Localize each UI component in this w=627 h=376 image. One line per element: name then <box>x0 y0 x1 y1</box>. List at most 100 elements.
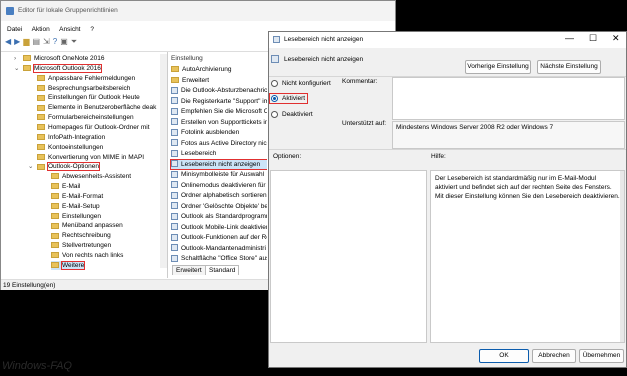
next-setting-button[interactable]: Nächste Einstellung <box>537 60 601 74</box>
settings-list[interactable]: AutoArchivierung Enweitert Die Outlook-Abs… <box>169 65 267 265</box>
chevron-right-icon[interactable]: › <box>14 54 16 63</box>
tree-item[interactable]: Einstellungen für Outlook Heute <box>37 93 140 102</box>
back-icon[interactable]: ◀ <box>5 37 14 46</box>
tree-item[interactable]: Einstellungen <box>51 212 101 221</box>
list-item[interactable]: Outlook-Funktionen auf der Re <box>171 233 267 242</box>
tree-item[interactable]: ⌄ Outlook-Optionen <box>28 162 100 172</box>
apply-button[interactable]: Übernehmen <box>579 349 624 363</box>
list-item[interactable]: Lesebereich nicht anzeigen <box>170 158 267 170</box>
tree-item[interactable]: Besprechungsarbeitsbereich <box>37 84 130 93</box>
list-header[interactable]: Einstellung <box>171 55 203 62</box>
list-item[interactable]: AutoArchivierung <box>171 65 267 74</box>
tree-item[interactable]: Homepages für Outlook-Ordner mit <box>37 123 150 132</box>
chevron-down-icon[interactable]: ⌄ <box>14 64 19 73</box>
tree-scrollbar[interactable] <box>160 54 167 268</box>
radio-label: Aktiviert <box>282 95 306 103</box>
tree-item[interactable]: Weitere <box>51 260 86 270</box>
list-item[interactable]: Outlook als Standardprogramm <box>171 212 267 221</box>
radio-circle[interactable] <box>271 80 278 87</box>
list-item[interactable]: Minisymbolleiste für Auswahl <box>171 170 267 179</box>
menu-aktion[interactable]: Aktion <box>32 26 50 33</box>
menu-datei[interactable]: Datei <box>7 26 22 33</box>
radio-circle-selected[interactable] <box>271 95 278 102</box>
tree-item-label: Microsoft Outlook 2016 <box>33 63 102 73</box>
list-item[interactable]: Empfehlen Sie die Microsoft O <box>171 107 267 116</box>
tree-item[interactable]: Stellvertretungen <box>51 241 111 250</box>
view-icon[interactable]: ▤ <box>32 37 43 46</box>
list-item[interactable]: Die Registerkarte "Support" im <box>171 97 267 106</box>
dialog-heading: Lesebereich nicht anzeigen <box>284 56 364 63</box>
close-icon[interactable]: ✕ <box>612 33 620 44</box>
main-window-title: Editor für lokale Gruppenrichtlinien <box>18 7 118 14</box>
tree-item[interactable]: Konvertierung von MIME in MAPI <box>37 153 144 162</box>
list-item[interactable]: Fotolink ausblenden <box>171 128 267 137</box>
list-item[interactable]: Die Outlook-Absturzbenachric <box>171 86 267 95</box>
dialog-title: Lesebereich nicht anzeigen <box>284 36 364 43</box>
tree-item[interactable]: Rechtschreibung <box>51 231 111 240</box>
list-item[interactable]: Lesebereich <box>171 149 267 158</box>
cancel-button[interactable]: Abbrechen <box>532 349 576 363</box>
folder-icon <box>37 114 45 121</box>
menu-help[interactable]: ? <box>90 26 94 33</box>
properties-icon[interactable]: ▣ <box>60 37 71 46</box>
tree-item[interactable]: Abwesenheits-Assistent <box>51 172 131 181</box>
radio-label: Deaktiviert <box>282 111 313 119</box>
tree-item-label: E-Mail-Setup <box>62 202 100 210</box>
radio-not-configured[interactable]: Nicht konfiguriert <box>271 80 331 87</box>
list-item[interactable]: Outlook-Mandantenadministri <box>171 244 267 253</box>
tree-item[interactable]: Menüband anpassen <box>51 221 123 230</box>
tree-item[interactable]: E-Mail-Format <box>51 192 103 201</box>
tree-item[interactable]: ⌄ Microsoft Outlook 2016 <box>14 63 102 73</box>
tree-item[interactable]: InfoPath-Integration <box>37 133 105 142</box>
tree-item[interactable]: Elemente in Benutzeroberfläche deak <box>37 103 156 112</box>
tree-item[interactable]: Von rechts nach links <box>51 251 123 260</box>
list-item[interactable]: Ordner alphabetisch sortieren <box>171 191 267 200</box>
filter-icon[interactable]: ⏷ <box>71 37 80 46</box>
menu-ansicht[interactable]: Ansicht <box>59 26 80 33</box>
list-item[interactable]: Onlinemodus deaktivieren für <box>171 181 267 190</box>
folder-icon <box>23 65 31 72</box>
tree-item[interactable]: › Microsoft OneNote 2016 <box>14 54 105 63</box>
help-scrollbar[interactable] <box>620 171 624 342</box>
maximize-icon[interactable]: ☐ <box>589 33 597 44</box>
folder-icon <box>51 252 59 259</box>
tree-item[interactable]: Kontoeinstellungen <box>37 143 103 152</box>
list-item[interactable]: Fotos aus Active Directory nich <box>171 139 267 148</box>
previous-setting-button[interactable]: Vorherige Einstellung <box>465 60 531 74</box>
tree-item[interactable]: E-Mail <box>51 182 80 191</box>
policy-icon <box>171 118 178 126</box>
dialog-titlebar: Lesebereich nicht anzeigen — ☐ ✕ <box>269 32 626 48</box>
pane-splitter[interactable] <box>167 52 168 278</box>
comment-textarea[interactable] <box>392 77 625 120</box>
tab-erweitert[interactable]: Erweitert <box>172 265 206 275</box>
policy-icon <box>171 244 178 252</box>
list-item[interactable]: Schaltfläche "Office Store" aus <box>171 254 267 263</box>
supported-label: Unterstützt auf: <box>342 120 387 127</box>
tree-item-label: Microsoft OneNote 2016 <box>34 55 105 62</box>
export-icon[interactable]: ⇲ <box>43 37 53 46</box>
tree-item[interactable]: E-Mail-Setup <box>51 202 100 211</box>
list-item[interactable]: Ordner 'Gelöschte Objekte' bei <box>171 202 267 211</box>
minimize-icon[interactable]: — <box>565 33 574 43</box>
tree-item-label: Einstellungen <box>62 212 102 220</box>
list-item[interactable]: Enweitert <box>171 76 267 85</box>
tree-item[interactable]: Formularbereicheinstellungen <box>37 113 134 122</box>
tree-pane[interactable]: › Microsoft OneNote 2016 ⌄ Microsoft Outloo… <box>1 52 167 278</box>
ok-button[interactable]: OK <box>479 349 529 363</box>
folder-icon <box>51 193 59 200</box>
tree-item[interactable]: Anpassbare Fehlermeldungen <box>37 74 135 83</box>
radio-label: Nicht konfiguriert <box>282 80 331 88</box>
radio-circle[interactable] <box>271 111 278 118</box>
radio-disabled[interactable]: Deaktiviert <box>271 111 313 118</box>
list-item-label: Ordner alphabetisch sortieren <box>181 192 267 199</box>
tree-item-label: Einstellungen für Outlook Heute <box>48 94 140 102</box>
list-item[interactable]: Outlook Mobile-Link deaktivier <box>171 223 267 232</box>
policy-icon <box>171 86 178 94</box>
forward-icon[interactable]: ▶ <box>14 37 23 46</box>
comment-label: Kommentar: <box>342 78 378 85</box>
policy-icon <box>171 139 178 147</box>
tab-standard[interactable]: Standard <box>205 265 240 275</box>
radio-enabled[interactable]: Aktiviert <box>268 92 309 105</box>
list-item[interactable]: Erstellen von Supporttickets in <box>171 118 267 127</box>
chevron-down-icon[interactable]: ⌄ <box>28 162 33 171</box>
